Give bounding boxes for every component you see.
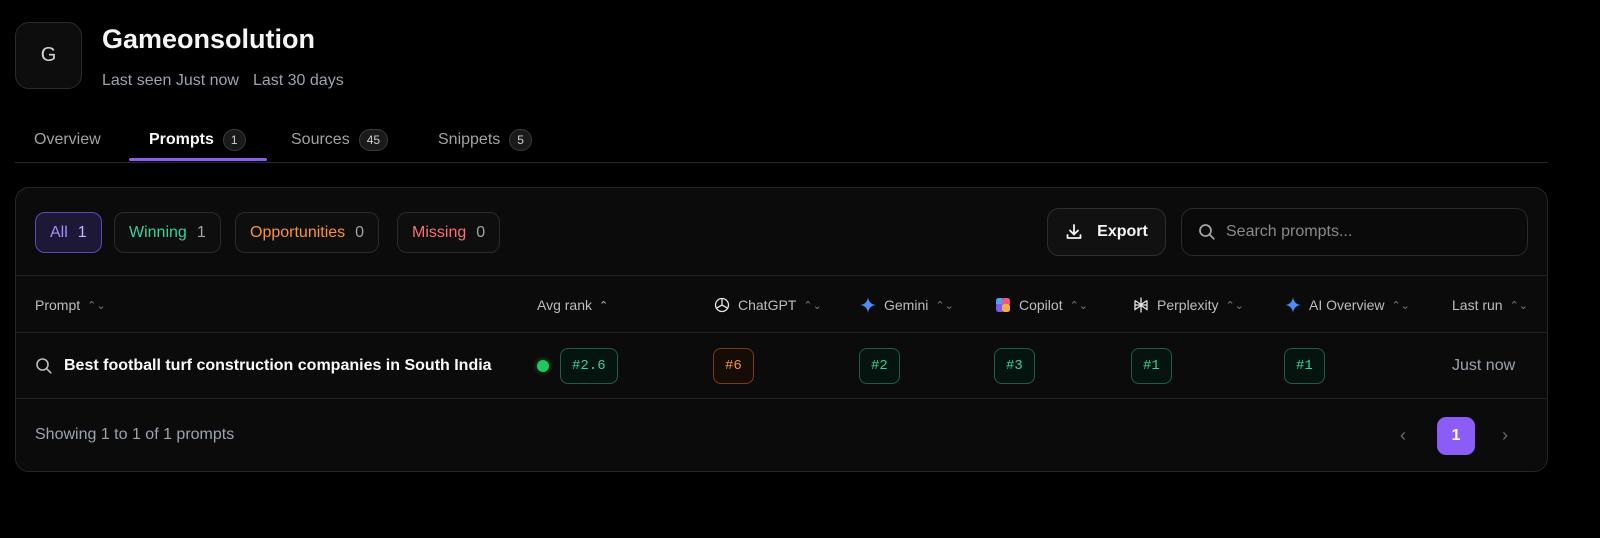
rank-badge: #3 — [994, 348, 1035, 384]
filter-count: 1 — [196, 223, 206, 241]
column-label: Last run — [1452, 297, 1503, 313]
search-input[interactable] — [1226, 223, 1516, 241]
filter-count: 0 — [476, 223, 486, 241]
column-header-gemini[interactable]: Gemini ⌃⌄ — [859, 276, 954, 334]
search-box[interactable] — [1181, 208, 1528, 256]
sort-icon: ⌃⌄ — [1225, 299, 1244, 312]
filter-winning[interactable]: Winning 1 — [114, 212, 221, 253]
prompts-panel: All 1 Winning 1 Opportunities 0 Missing … — [15, 187, 1548, 472]
search-icon — [35, 357, 53, 375]
column-label: AI Overview — [1309, 297, 1385, 313]
search-icon — [1198, 223, 1216, 241]
page-button-current[interactable]: 1 — [1437, 417, 1475, 455]
tab-overview[interactable]: Overview — [34, 118, 101, 162]
sort-icon: ⌃⌄ — [87, 299, 106, 312]
rank-badge: #6 — [713, 348, 754, 384]
last-run-text: Just now — [1452, 357, 1516, 374]
filter-count: 1 — [77, 223, 87, 241]
filter-opportunities[interactable]: Opportunities 0 — [235, 212, 380, 253]
chevron-left-icon[interactable]: ‹ — [1400, 425, 1406, 446]
column-label: Prompt — [35, 297, 81, 313]
tab-prompts[interactable]: Prompts 1 — [149, 118, 246, 162]
column-header-ai-overview[interactable]: AI Overview ⌃⌄ — [1284, 276, 1410, 334]
active-tab-indicator — [129, 158, 267, 161]
chatgpt-icon — [713, 296, 731, 314]
prompt-text[interactable]: Best football turf construction companie… — [64, 357, 492, 375]
page-meta: Last seen Just now Last 30 days — [102, 72, 344, 90]
tab-count-badge: 45 — [358, 129, 389, 151]
column-label: Avg rank — [537, 297, 592, 313]
rank-badge: #1 — [1131, 348, 1172, 384]
rank-badge: #1 — [1284, 348, 1325, 384]
tab-label: Sources — [291, 131, 350, 148]
tab-sources[interactable]: Sources 45 — [291, 118, 389, 162]
copilot-icon — [994, 296, 1012, 314]
avatar-letter: G — [40, 44, 57, 66]
filter-label: Opportunities — [250, 223, 346, 241]
copilot-cell: #3 — [994, 333, 1035, 399]
avatar: G — [15, 22, 82, 89]
gemini-icon — [859, 296, 877, 314]
ai-overview-cell: #1 — [1284, 333, 1325, 399]
column-label: Copilot — [1019, 297, 1063, 313]
gemini-cell: #2 — [859, 333, 900, 399]
tab-count-badge: 5 — [509, 129, 532, 151]
pagination-summary: Showing 1 to 1 of 1 prompts — [35, 426, 235, 443]
last-run-cell: Just now — [1452, 333, 1515, 399]
sort-icon: ⌃⌄ — [935, 299, 954, 312]
page-title: Gameonsolution — [102, 24, 316, 54]
sort-icon: ⌃⌄ — [1391, 299, 1410, 312]
tab-label: Snippets — [438, 131, 501, 148]
prompt-cell: Best football turf construction companie… — [35, 333, 492, 399]
filter-label: All — [50, 223, 68, 241]
perplexity-icon — [1132, 296, 1150, 314]
table-header: Prompt ⌃⌄ Avg rank ⌃ ChatGPT ⌃⌄ Gemini ⌃… — [16, 275, 1547, 333]
column-label: Perplexity — [1157, 297, 1219, 313]
column-label: ChatGPT — [738, 297, 797, 313]
chevron-right-icon[interactable]: › — [1502, 425, 1508, 446]
status-dot — [537, 360, 549, 372]
column-header-last-run[interactable]: Last run ⌃⌄ — [1452, 276, 1528, 334]
column-header-avg-rank[interactable]: Avg rank ⌃ — [537, 276, 608, 334]
date-range-text[interactable]: Last 30 days — [253, 72, 344, 90]
tab-count-badge: 1 — [222, 129, 246, 151]
filter-all[interactable]: All 1 — [35, 212, 102, 253]
tab-label: Overview — [34, 131, 101, 148]
tab-snippets[interactable]: Snippets 5 — [438, 118, 532, 162]
sort-ascending-icon: ⌃ — [599, 299, 609, 312]
filter-label: Missing — [412, 223, 467, 241]
avg-rank-cell: #2.6 — [537, 333, 618, 399]
chatgpt-cell: #6 — [713, 333, 754, 399]
table-row[interactable]: Best football turf construction companie… — [16, 333, 1547, 399]
tab-label: Prompts — [149, 131, 214, 148]
rank-badge: #2.6 — [560, 348, 618, 384]
last-seen-text: Last seen Just now — [102, 72, 239, 89]
filter-label: Winning — [129, 223, 187, 241]
export-button[interactable]: Export — [1047, 208, 1166, 256]
column-header-prompt[interactable]: Prompt ⌃⌄ — [35, 276, 106, 334]
column-header-perplexity[interactable]: Perplexity ⌃⌄ — [1132, 276, 1244, 334]
ai-overview-icon — [1284, 296, 1302, 314]
download-icon — [1065, 223, 1083, 241]
sort-icon: ⌃⌄ — [1069, 299, 1089, 312]
filter-missing[interactable]: Missing 0 — [397, 212, 501, 253]
rank-badge: #2 — [859, 348, 900, 384]
column-header-copilot[interactable]: Copilot ⌃⌄ — [994, 276, 1088, 334]
sort-icon: ⌃⌄ — [803, 299, 822, 312]
column-label: Gemini — [884, 297, 929, 313]
filter-count: 0 — [355, 223, 365, 241]
sort-icon: ⌃⌄ — [1509, 299, 1529, 312]
column-header-chatgpt[interactable]: ChatGPT ⌃⌄ — [713, 276, 822, 334]
export-label: Export — [1097, 223, 1148, 240]
perplexity-cell: #1 — [1131, 333, 1172, 399]
tab-bar: Overview Prompts 1 Sources 45 Snippets 5 — [15, 118, 1548, 163]
